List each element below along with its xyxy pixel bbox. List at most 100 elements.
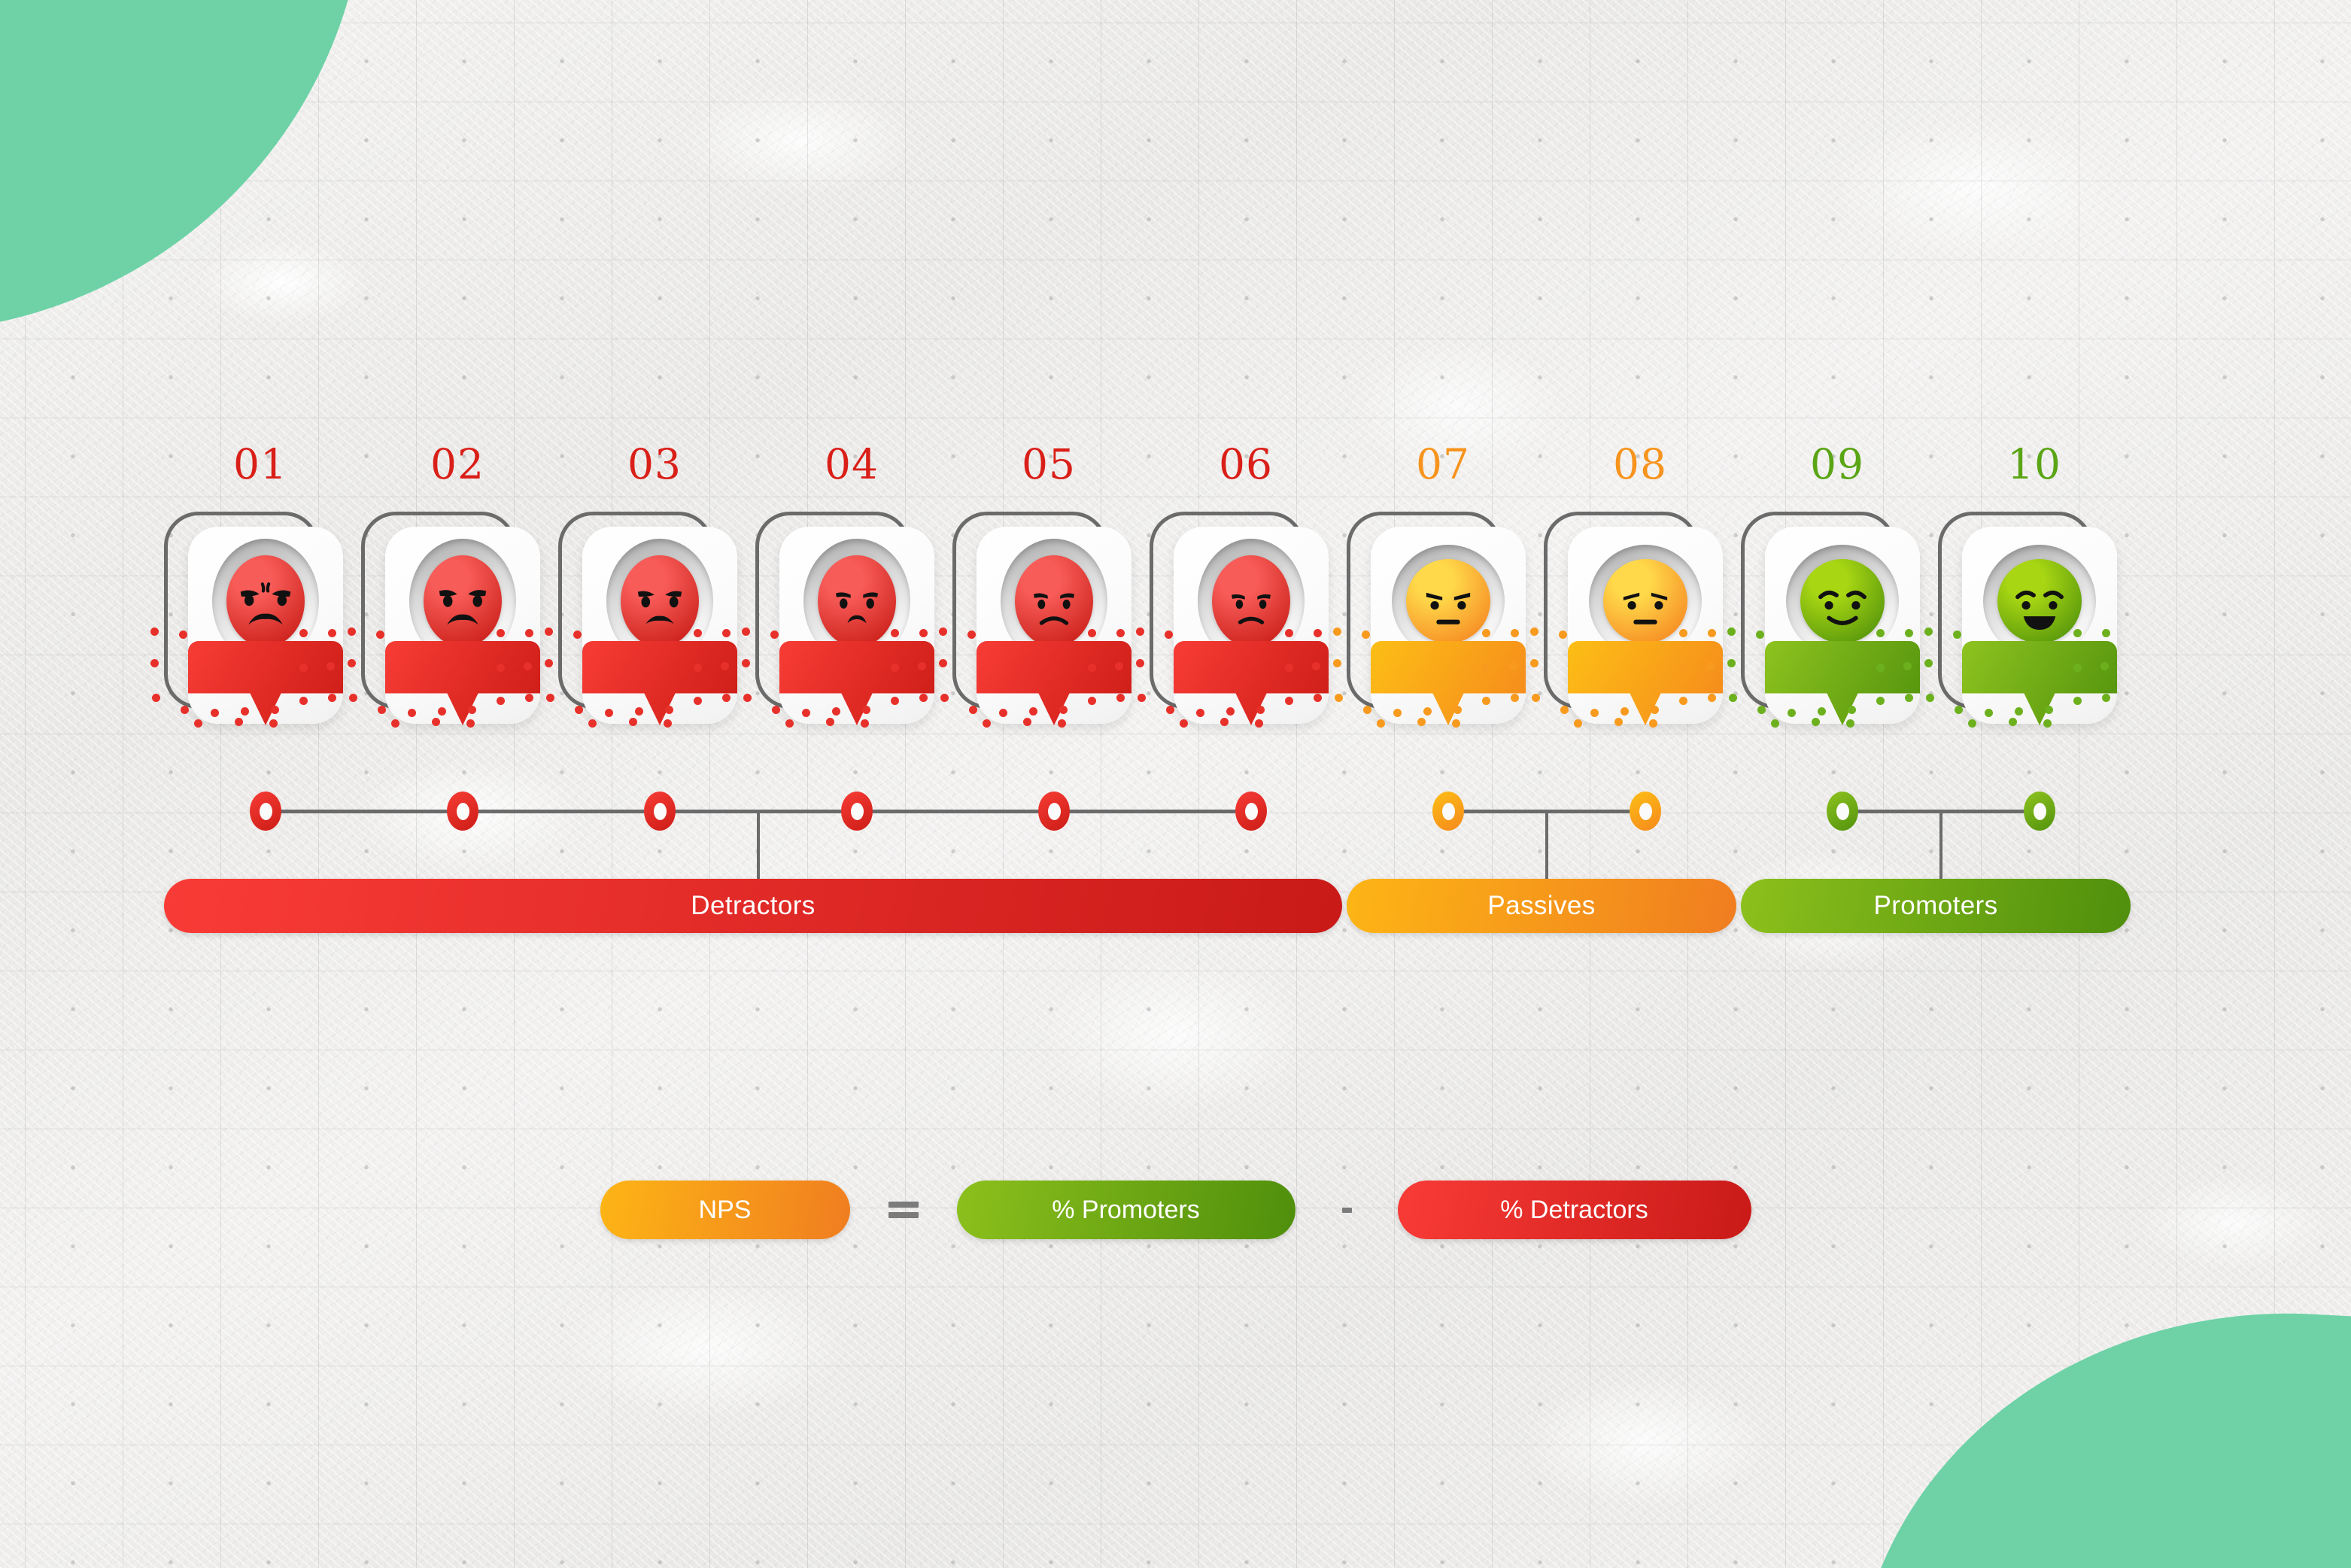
rail-node-01[interactable] [250, 792, 281, 831]
confetti-dot [969, 706, 977, 714]
nps-pill[interactable]: NPS [600, 1181, 850, 1239]
confetti-dot [826, 718, 834, 726]
confetti-dot [152, 694, 160, 702]
confetti-dot [1905, 694, 1913, 702]
confetti-dot [1023, 718, 1031, 726]
rail-node-08[interactable] [1630, 792, 1661, 831]
confetti-dots [1918, 624, 2129, 728]
score-column-05[interactable]: 05 [939, 440, 1138, 728]
confetti-dot [1679, 629, 1687, 637]
confetti-dot [575, 706, 583, 714]
confetti-dot [1393, 709, 1402, 717]
confetti-dot [1953, 631, 1961, 639]
confetti-dot [1285, 664, 1293, 672]
confetti-dot [1363, 706, 1371, 714]
confetti-dot [150, 628, 159, 636]
confetti-dot [1088, 664, 1096, 672]
confetti-dot [1926, 694, 1934, 702]
confetti-dot [497, 664, 505, 672]
confetti-dot [1029, 707, 1037, 716]
confetti-dot [1220, 718, 1229, 726]
confetti-dot [2073, 629, 2082, 637]
confetti-dot [2073, 664, 2082, 672]
score-column-07[interactable]: 07 [1333, 440, 1532, 728]
confetti-dot [1649, 719, 1657, 728]
confetti-dot [1560, 706, 1569, 714]
confetti-dot [1165, 631, 1173, 639]
rail-node-09[interactable] [1827, 792, 1858, 831]
rail-node-07[interactable] [1432, 792, 1464, 831]
confetti-dot [211, 709, 219, 717]
confetti-dot [891, 629, 899, 637]
nps-scale-row: 01 02 03 04 05 06 07 08 09 10 [150, 440, 2143, 775]
confetti-dot [1876, 697, 1885, 705]
group-bar-detractors[interactable]: Detractors [164, 879, 1342, 933]
score-column-08[interactable]: 08 [1530, 444, 1729, 728]
confetti-dot [241, 707, 249, 716]
confetti-dot [664, 719, 672, 728]
confetti-dot [919, 694, 928, 702]
confetti-dot [1059, 706, 1068, 714]
confetti-dot [1876, 629, 1885, 637]
confetti-dot [742, 659, 750, 667]
confetti-dot [432, 718, 440, 726]
confetti-dots [342, 624, 552, 728]
score-number-07: 07 [1416, 440, 1470, 488]
confetti-dot [2045, 706, 2053, 714]
confetti-dot [545, 659, 553, 667]
confetti-dot [348, 628, 356, 636]
confetti-dot [721, 662, 729, 670]
confetti-dot [271, 706, 279, 714]
percent-detractors-label: % Detractors [1500, 1195, 1648, 1224]
score-number-10: 10 [2007, 440, 2061, 488]
confetti-dot [1180, 719, 1188, 728]
score-number-02: 02 [430, 440, 484, 488]
confetti-dot [940, 694, 949, 702]
score-column-10[interactable]: 10 [1924, 440, 2123, 728]
confetti-dot [832, 707, 840, 716]
rail-node-05[interactable] [1038, 792, 1070, 831]
confetti-dot [1285, 629, 1293, 637]
confetti-dot [1482, 629, 1490, 637]
confetti-dot [1708, 629, 1716, 637]
confetti-dot [1333, 659, 1341, 667]
confetti-dot [408, 709, 416, 717]
score-number-05: 05 [1022, 440, 1076, 488]
confetti-dot [694, 697, 702, 705]
score-column-01[interactable]: 01 [150, 440, 349, 728]
group-bar-label-detractors: Detractors [691, 891, 816, 920]
group-bar-promoters[interactable]: Promoters [1741, 879, 2131, 933]
confetti-dot [1333, 628, 1341, 636]
confetti-dot [573, 631, 582, 639]
confetti-dot [1136, 659, 1144, 667]
percent-detractors-pill[interactable]: % Detractors [1397, 1181, 1751, 1239]
rail-node-04[interactable] [841, 792, 873, 831]
confetti-dot [1651, 706, 1659, 714]
confetti-dots [1327, 624, 1538, 728]
confetti-dot [328, 629, 336, 637]
confetti-dot [1532, 694, 1540, 702]
confetti-dot [299, 664, 308, 672]
confetti-dot [967, 631, 976, 639]
confetti-dot [1679, 664, 1687, 672]
confetti-dot [1788, 709, 1796, 717]
rail-node-02[interactable] [447, 792, 478, 831]
confetti-dots [1130, 624, 1341, 728]
rail-node-06[interactable] [1235, 792, 1267, 831]
group-bar-passives[interactable]: Passives [1347, 879, 1736, 933]
confetti-dot [1614, 718, 1623, 726]
rail-node-03[interactable] [644, 792, 676, 831]
score-column-09[interactable]: 09 [1727, 444, 1926, 728]
score-column-04[interactable]: 04 [742, 444, 940, 728]
score-column-02[interactable]: 02 [348, 440, 546, 728]
score-column-03[interactable]: 03 [545, 444, 743, 728]
confetti-dot [524, 662, 532, 670]
confetti-dot [1620, 707, 1629, 716]
score-number-01: 01 [233, 440, 287, 488]
score-column-06[interactable]: 06 [1136, 444, 1335, 728]
confetti-dot [983, 719, 991, 728]
percent-promoters-pill[interactable]: % Promoters [956, 1181, 1295, 1239]
confetti-dot [1955, 706, 1963, 714]
connector-rail [0, 767, 2351, 963]
rail-node-10[interactable] [2024, 792, 2055, 831]
